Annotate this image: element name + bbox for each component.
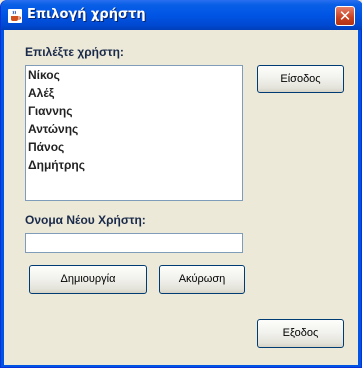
java-cup-icon xyxy=(8,8,22,23)
title-bar[interactable]: Επιλογή χρήστη ✕ xyxy=(1,0,362,30)
exit-button[interactable]: Εξοδος xyxy=(257,319,344,348)
new-user-label: Ονομα Νέου Χρήστη: xyxy=(25,213,146,227)
list-item[interactable]: Δημήτρης xyxy=(26,156,242,174)
select-user-label: Επιλέξτε χρήστη: xyxy=(25,45,124,59)
create-button[interactable]: Δημιουργία xyxy=(29,265,147,294)
window-title: Επιλογή χρήστη xyxy=(27,7,146,22)
list-item[interactable]: Αλέξ xyxy=(26,84,242,102)
dialog-window: Επιλογή χρήστη ✕ Επιλέξτε χρήστη: Νίκος … xyxy=(0,0,362,368)
list-item[interactable]: Γιαννης xyxy=(26,102,242,120)
cancel-button[interactable]: Ακύρωση xyxy=(159,265,245,294)
list-item[interactable]: Αντώνης xyxy=(26,120,242,138)
list-item[interactable]: Πάνος xyxy=(26,138,242,156)
list-item[interactable]: Νίκος xyxy=(26,66,242,84)
user-list[interactable]: Νίκος Αλέξ Γιαννης Αντώνης Πάνος Δημήτρη… xyxy=(25,65,243,201)
close-icon[interactable]: ✕ xyxy=(335,6,355,26)
dialog-content: Επιλέξτε χρήστη: Νίκος Αλέξ Γιαννης Αντώ… xyxy=(4,30,358,365)
new-user-name-field[interactable] xyxy=(25,233,243,253)
login-button[interactable]: Είσοδος xyxy=(257,65,344,93)
